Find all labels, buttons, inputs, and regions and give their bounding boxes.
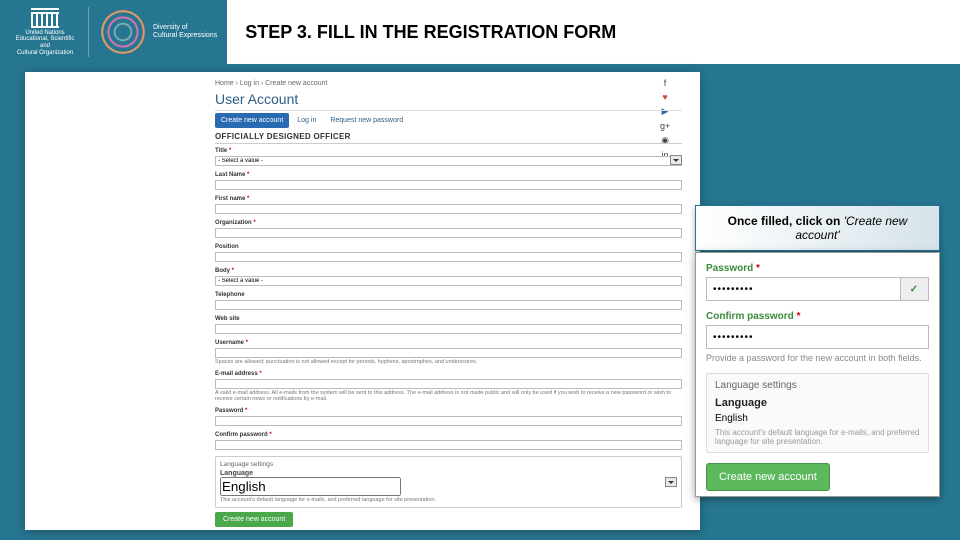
zoom-panel: Password * ••••••••• ✓ Confirm password … bbox=[695, 252, 940, 497]
label-firstname: First name bbox=[215, 196, 682, 202]
lang-box-title: Language settings bbox=[220, 461, 677, 468]
diversity-logo-text: Diversity of Cultural Expressions bbox=[153, 24, 217, 39]
username-input[interactable] bbox=[215, 348, 682, 358]
zoom-lang-value: English bbox=[715, 413, 920, 424]
label-username: Username bbox=[215, 340, 682, 346]
email-input[interactable] bbox=[215, 379, 682, 389]
confirm-input[interactable] bbox=[215, 440, 682, 450]
chevron-down-icon[interactable] bbox=[670, 155, 682, 165]
zoom-lang-label: Language bbox=[715, 397, 920, 409]
lang-note: This account's default language for e-ma… bbox=[220, 497, 677, 503]
label-title: Title bbox=[215, 148, 682, 154]
create-account-button[interactable]: Create new account bbox=[706, 463, 830, 491]
section-officer: OFFICIALLY DESIGNED OFFICER bbox=[215, 132, 682, 144]
firstname-input[interactable] bbox=[215, 204, 682, 214]
label-email: E-mail address bbox=[215, 371, 682, 377]
lang-select[interactable] bbox=[220, 477, 677, 496]
zoom-password-label: Password * bbox=[706, 263, 929, 274]
label-organization: Organization bbox=[215, 220, 682, 226]
zoom-confirm-label: Confirm password * bbox=[706, 311, 929, 322]
check-icon: ✓ bbox=[900, 278, 928, 300]
label-website: Web site bbox=[215, 316, 682, 322]
page-title: User Account bbox=[215, 91, 682, 111]
label-lastname: Last Name bbox=[215, 172, 682, 178]
swirl-icon bbox=[97, 6, 149, 58]
label-confirm: Confirm password bbox=[215, 432, 682, 438]
zoom-lang-note: This account's default language for e-ma… bbox=[715, 428, 920, 446]
zoom-password-help: Provide a password for the new account i… bbox=[706, 353, 929, 363]
zoom-password-input[interactable]: ••••••••• ✓ bbox=[706, 277, 929, 301]
step-title: STEP 3. FILL IN THE REGISTRATION FORM bbox=[227, 0, 960, 64]
label-telephone: Telephone bbox=[215, 292, 682, 298]
lang-label: Language bbox=[220, 470, 677, 477]
label-position: Position bbox=[215, 244, 682, 250]
tab-login[interactable]: Log in bbox=[291, 113, 322, 128]
website-input[interactable] bbox=[215, 324, 682, 334]
logo-block: United Nations Educational, Scientific a… bbox=[0, 0, 227, 65]
organization-input[interactable] bbox=[215, 228, 682, 238]
instruction-callout: Once filled, click on 'Create new accoun… bbox=[695, 205, 940, 251]
body-select[interactable] bbox=[215, 276, 682, 286]
email-help: A valid e-mail address. All e-mails from… bbox=[215, 390, 682, 402]
password-input[interactable] bbox=[215, 416, 682, 426]
telephone-input[interactable] bbox=[215, 300, 682, 310]
label-body: Body bbox=[215, 268, 682, 274]
create-account-button-small[interactable]: Create new account bbox=[215, 512, 293, 527]
unesco-logo: United Nations Educational, Scientific a… bbox=[10, 3, 80, 61]
lastname-input[interactable] bbox=[215, 180, 682, 190]
unesco-logo-text: United Nations Educational, Scientific a… bbox=[10, 30, 80, 56]
username-help: Spaces are allowed; punctuation is not a… bbox=[215, 359, 682, 365]
diversity-logo: Diversity of Cultural Expressions bbox=[97, 6, 217, 58]
language-settings-box: Language settings Language This account'… bbox=[215, 456, 682, 508]
tab-create-account[interactable]: Create new account bbox=[215, 113, 289, 128]
tab-request-password[interactable]: Request new password bbox=[324, 113, 409, 128]
zoom-lang-box-title: Language settings bbox=[715, 380, 920, 391]
zoom-language-panel: Language settings Language English This … bbox=[706, 373, 929, 453]
tabs: Create new account Log in Request new pa… bbox=[215, 113, 682, 128]
chevron-down-icon[interactable] bbox=[665, 477, 677, 487]
unesco-temple-icon bbox=[31, 8, 59, 28]
form-screenshot: f ♥ ▶ g+ ◉ in Home › Log in › Create new… bbox=[25, 72, 700, 530]
label-password: Password bbox=[215, 408, 682, 414]
logo-divider bbox=[88, 7, 89, 57]
slide-header: United Nations Educational, Scientific a… bbox=[0, 0, 960, 64]
zoom-confirm-input[interactable]: ••••••••• bbox=[706, 325, 929, 349]
title-select[interactable] bbox=[215, 155, 682, 166]
breadcrumb: Home › Log in › Create new account bbox=[215, 80, 682, 87]
position-input[interactable] bbox=[215, 252, 682, 262]
